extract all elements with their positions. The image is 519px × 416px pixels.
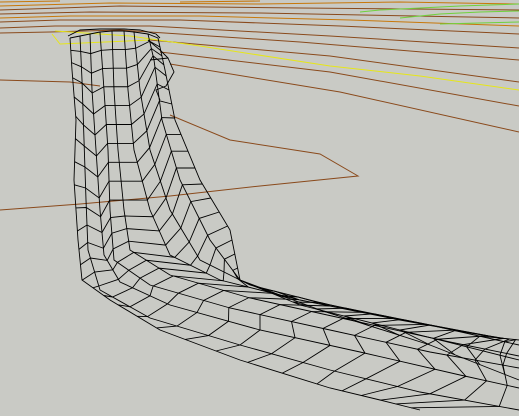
3d-viewport[interactable] <box>0 0 519 416</box>
